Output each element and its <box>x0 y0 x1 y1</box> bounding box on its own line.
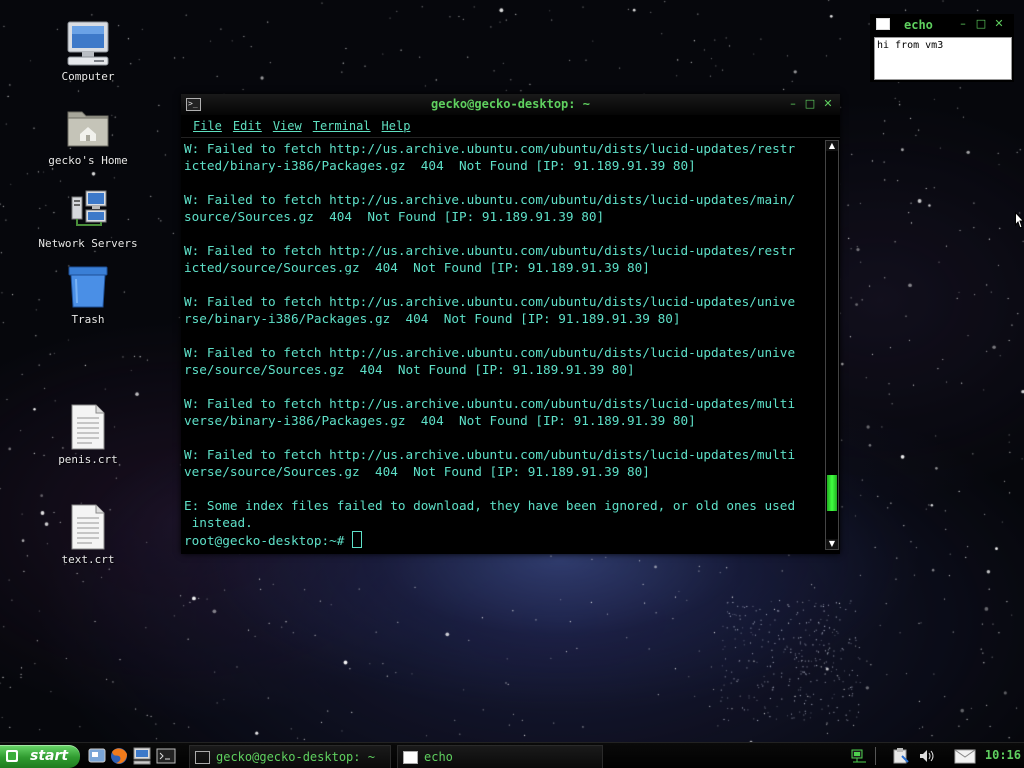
quick-launch-computer[interactable] <box>132 746 152 766</box>
desktop-icon-network-servers[interactable]: Network Servers <box>28 187 148 250</box>
clipboard-tray-icon[interactable] <box>892 747 910 765</box>
show-desktop-icon <box>88 748 106 763</box>
task-button-terminal[interactable]: gecko@gecko-desktop: ~ <box>189 745 391 768</box>
maximize-button[interactable]: □ <box>974 17 988 31</box>
scrollbar-thumb[interactable] <box>827 474 837 511</box>
scroll-up-arrow[interactable]: ▲ <box>826 141 838 151</box>
menu-edit[interactable]: Edit <box>233 119 262 133</box>
computer-icon <box>133 747 151 765</box>
echo-titlebar[interactable]: echo – □ ✕ <box>870 14 1014 36</box>
window-icon <box>876 18 890 30</box>
tray-divider <box>875 747 876 765</box>
echo-window[interactable]: echo – □ ✕ hi from vm3 <box>870 14 1014 82</box>
network-icon <box>64 187 112 235</box>
menu-file[interactable]: File <box>193 119 222 133</box>
desktop-icon-file-penis-crt[interactable]: penis.crt <box>28 403 148 466</box>
desktop-icon-label: penis.crt <box>58 453 118 466</box>
terminal-cursor <box>352 531 363 548</box>
home-folder-icon <box>64 104 112 152</box>
echo-title: echo <box>904 18 933 32</box>
menu-terminal[interactable]: Terminal <box>313 119 371 133</box>
desktop-icon-label: gecko's Home <box>48 154 128 167</box>
minimize-button[interactable]: – <box>786 97 800 111</box>
computer-icon <box>64 20 112 68</box>
desktop-icon-file-text-crt[interactable]: text.crt <box>28 503 148 566</box>
mail-icon[interactable] <box>954 747 976 765</box>
maximize-button[interactable]: □ <box>803 97 817 111</box>
window-icon <box>403 751 418 764</box>
volume-icon[interactable] <box>918 747 936 765</box>
trash-icon <box>64 263 112 311</box>
terminal-prompt-line[interactable]: root@gecko-desktop:~# <box>184 531 826 549</box>
quick-launch-desktop[interactable] <box>87 746 107 766</box>
terminal-title: gecko@gecko-desktop: ~ <box>431 97 590 111</box>
desktop-icon-computer[interactable]: Computer <box>28 20 148 83</box>
firefox-icon <box>111 748 127 764</box>
quick-launch-firefox[interactable] <box>109 746 129 766</box>
desktop-icon-label: Computer <box>61 70 115 83</box>
close-button[interactable]: ✕ <box>992 17 1006 31</box>
minimize-button[interactable]: – <box>956 17 970 31</box>
terminal-window[interactable]: >_ gecko@gecko-desktop: ~ – □ ✕ File Edit… <box>181 94 840 554</box>
task-button-echo[interactable]: echo <box>397 745 603 768</box>
document-icon <box>64 403 112 451</box>
document-icon <box>64 503 112 551</box>
start-label: start <box>30 748 69 764</box>
close-button[interactable]: ✕ <box>821 97 835 111</box>
terminal-menubar: File Edit View Terminal Help <box>181 115 840 138</box>
menu-view[interactable]: View <box>273 119 302 133</box>
terminal-icon <box>156 748 176 764</box>
clock[interactable]: 10:16 <box>985 748 1021 762</box>
echo-content-area[interactable]: hi from vm3 <box>874 37 1012 80</box>
desktop-icon-label: text.crt <box>61 553 115 566</box>
start-button[interactable]: start <box>0 745 80 768</box>
terminal-icon <box>195 751 210 764</box>
terminal-prompt: root@gecko-desktop:~# <box>184 533 353 548</box>
start-menu-icon <box>6 750 18 762</box>
menu-help[interactable]: Help <box>382 119 411 133</box>
taskbar: start gecko@gecko-desktop: ~ echo 10:16 <box>0 742 1024 768</box>
desktop-icon-label: Trash <box>71 313 105 326</box>
quick-launch-terminal[interactable] <box>156 746 176 766</box>
scroll-down-arrow[interactable]: ▼ <box>826 539 838 549</box>
desktop-icon-trash[interactable]: Trash <box>28 263 148 326</box>
task-label: gecko@gecko-desktop: ~ <box>216 750 375 764</box>
network-status-icon[interactable] <box>850 747 868 765</box>
terminal-titlebar[interactable]: >_ gecko@gecko-desktop: ~ – □ ✕ <box>181 94 840 115</box>
desktop-icon-home[interactable]: gecko's Home <box>28 104 148 167</box>
desktop-icon-label: Network Servers <box>38 237 138 250</box>
terminal-output[interactable]: W: Failed to fetch http://us.archive.ubu… <box>184 140 826 550</box>
terminal-text: W: Failed to fetch http://us.archive.ubu… <box>184 141 796 530</box>
terminal-scrollbar[interactable]: ▲ ▼ <box>825 140 839 550</box>
task-label: echo <box>424 750 453 764</box>
echo-message: hi from vm3 <box>877 40 944 51</box>
mouse-pointer-icon <box>1015 212 1024 229</box>
